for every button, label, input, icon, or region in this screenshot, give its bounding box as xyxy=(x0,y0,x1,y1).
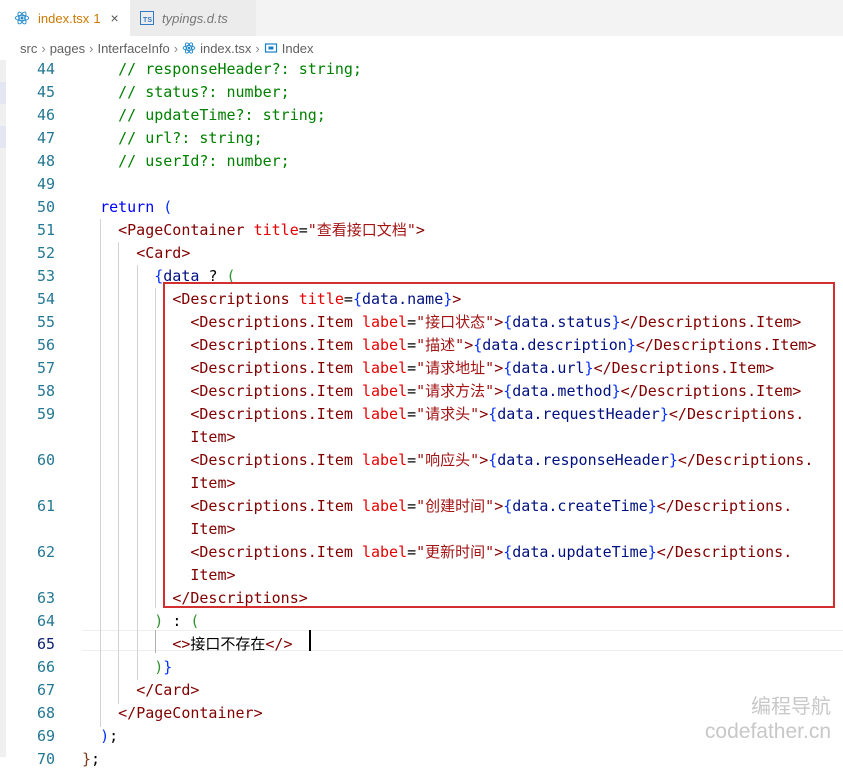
line-number-current: 65 xyxy=(36,635,55,653)
watermark-url: codefather.cn xyxy=(704,720,831,743)
line-number: 53 xyxy=(36,267,55,285)
react-file-icon xyxy=(14,11,30,25)
breadcrumb-item-symbol[interactable]: Index xyxy=(282,41,314,56)
breadcrumb: src › pages › InterfaceInfo › index.tsx … xyxy=(0,36,843,60)
line-number: 59 xyxy=(36,405,55,423)
line-number: 64 xyxy=(36,612,55,630)
breadcrumb-item-file[interactable]: index.tsx xyxy=(200,41,251,56)
breadcrumb-item-pages[interactable]: pages xyxy=(50,41,85,56)
tab-label: index.tsx xyxy=(38,10,90,26)
code-line: <>接口不存在</> xyxy=(172,635,293,653)
line-number: 62 xyxy=(36,543,55,561)
code-line: </Card> xyxy=(136,681,200,699)
code-line: <PageContainer title="查看接口文档"> xyxy=(118,221,425,239)
code-line: </PageContainer> xyxy=(118,704,263,722)
tab-index-tsx[interactable]: index.tsx 1 × xyxy=(0,0,130,36)
line-number: 68 xyxy=(36,704,55,722)
code-line: // status?: number; xyxy=(118,83,290,101)
code-line: // userId?: number; xyxy=(118,152,290,170)
breadcrumb-item-interfaceinfo[interactable]: InterfaceInfo xyxy=(97,41,169,56)
line-number: 46 xyxy=(36,106,55,124)
code-line: )} xyxy=(154,658,173,676)
code-line: // responseHeader?: string; xyxy=(118,60,362,78)
annotation-highlight-box xyxy=(163,282,835,608)
line-number: 61 xyxy=(36,497,55,515)
code-line: ) : ( xyxy=(154,612,200,630)
code-line: return ( xyxy=(100,198,173,216)
line-number: 50 xyxy=(36,198,55,216)
code-line: // url?: string; xyxy=(118,129,263,147)
line-number: 66 xyxy=(36,658,55,676)
line-number: 60 xyxy=(36,451,55,469)
text-cursor xyxy=(309,630,311,651)
code-line: }; xyxy=(82,750,101,768)
line-number: 49 xyxy=(36,175,55,193)
tab-label: typings.d.ts xyxy=(162,10,228,26)
line-number: 52 xyxy=(36,244,55,262)
line-number: 56 xyxy=(36,336,55,354)
chevron-right-icon: › xyxy=(41,40,46,56)
line-number: 54 xyxy=(36,290,55,308)
line-number: 48 xyxy=(36,152,55,170)
breadcrumb-item-src[interactable]: src xyxy=(20,41,37,56)
editor-tab-bar: index.tsx 1 × TS typings.d.ts xyxy=(0,0,843,36)
code-line: <Card> xyxy=(136,244,191,262)
react-file-icon xyxy=(182,42,196,54)
line-number: 44 xyxy=(36,60,55,78)
close-icon[interactable]: × xyxy=(111,10,119,26)
line-number: 57 xyxy=(36,359,55,377)
tab-typings-d-ts[interactable]: TS typings.d.ts xyxy=(130,0,256,36)
line-number: 47 xyxy=(36,129,55,147)
chevron-right-icon: › xyxy=(255,40,260,56)
symbol-variable-icon xyxy=(264,43,277,53)
line-number: 69 xyxy=(36,727,55,745)
chevron-right-icon: › xyxy=(173,40,179,56)
line-number: 45 xyxy=(36,83,55,101)
problem-count-badge: 1 xyxy=(93,10,101,26)
code-line: // updateTime?: string; xyxy=(118,106,326,124)
typescript-file-icon: TS xyxy=(140,11,154,25)
line-number: 67 xyxy=(36,681,55,699)
watermark-title: 编程导航 xyxy=(751,696,831,718)
line-number: 55 xyxy=(36,313,55,331)
line-number: 58 xyxy=(36,382,55,400)
code-line: ); xyxy=(100,727,119,745)
line-number: 70 xyxy=(36,750,55,768)
line-number: 63 xyxy=(36,589,55,607)
line-number: 51 xyxy=(36,221,55,239)
chevron-right-icon: › xyxy=(89,40,94,56)
